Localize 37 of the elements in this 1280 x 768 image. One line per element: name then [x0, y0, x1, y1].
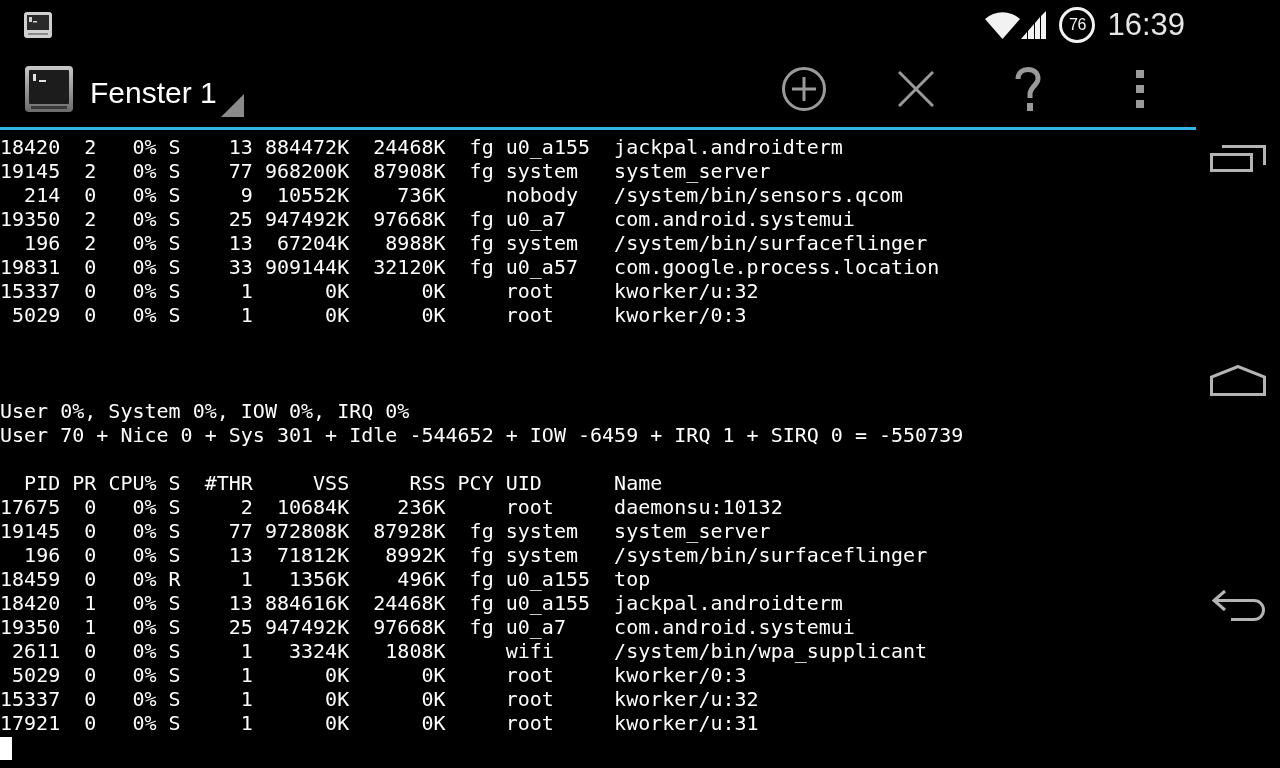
text-cursor — [0, 737, 12, 760]
process-row: 19831 0 0% S 33 909144K 32120K fg u0_a57 com.google.process.location — [0, 255, 940, 279]
question-mark-icon — [1015, 66, 1041, 111]
terminal-app-icon[interactable] — [25, 65, 73, 112]
cpu-summary-line: User 70 + Nice 0 + Sys 301 + Idle -544652 + IOW -6459 + IRQ 1 + SIRQ 0 = -550739 — [0, 423, 964, 447]
process-row: 17921 0 0% S 1 0K 0K root kworker/u:31 — [0, 711, 759, 735]
process-row: 5029 0 0% S 1 0K 0K root kworker/0:3 — [12, 303, 747, 327]
process-row: 15337 0 0% S 1 0K 0K root kworker/u:32 — [0, 279, 759, 303]
cpu-summary-line: User 0%, System 0%, IOW 0%, IRQ 0% — [0, 399, 410, 423]
close-icon — [898, 70, 934, 107]
process-row: 196 0 0% S 13 71812K 8992K fg system /system/bin/surfaceflinger — [24, 543, 928, 567]
process-row: 19350 1 0% S 25 947492K 97668K fg u0_a7 com.android.systemui — [0, 615, 855, 639]
clock-time: 16:39 — [1107, 7, 1185, 43]
vertical-dots-icon — [1136, 69, 1144, 108]
process-row: 19145 0 0% S 77 972808K 87928K fg system system_server — [0, 519, 771, 543]
home-icon — [1210, 365, 1266, 396]
process-row: 214 0 0% S 9 10552K 736K nobody /system/bin/sensors.qcom — [24, 183, 904, 207]
signal-icon — [1020, 11, 1048, 39]
process-row: 18459 0 0% R 1 1356K 496K fg u0_a155 top — [0, 567, 651, 591]
process-row: 2611 0 0% S 1 3324K 1808K wifi /system/bin/wpa_supplicant — [12, 639, 928, 663]
process-row: 19350 2 0% S 25 947492K 97668K fg u0_a7 com.android.systemui — [0, 207, 855, 231]
wifi-icon — [985, 11, 1021, 39]
terminal-notification-icon — [24, 12, 52, 38]
process-table-header: PID PR CPU% S #THR VSS RSS PCY UID Name — [24, 471, 663, 495]
process-row: 17675 0 0% S 2 10684K 236K root daemonsu:10132 — [0, 495, 783, 519]
process-row: 19145 2 0% S 77 968200K 87908K fg system system_server — [0, 159, 771, 183]
process-row: 18420 2 0% S 13 884472K 24468K fg u0_a155 jackpal.androidterm — [0, 135, 843, 159]
plus-circle-icon — [782, 66, 826, 111]
battery-indicator: 76 — [1059, 7, 1096, 43]
dropdown-corner-icon — [220, 93, 244, 117]
process-row: 5029 0 0% S 1 0K 0K root kworker/0:3 — [12, 663, 747, 687]
process-row: 18420 1 0% S 13 884616K 24468K fg u0_a155 jackpal.androidterm — [0, 591, 843, 615]
window-selector[interactable]: Fenster 1 — [90, 68, 244, 117]
back-icon — [1210, 589, 1266, 621]
process-row: 15337 0 0% S 1 0K 0K root kworker/u:32 — [0, 687, 759, 711]
recents-icon — [1210, 145, 1266, 172]
process-row: 196 2 0% S 13 67204K 8988K fg system /system/bin/surfaceflinger — [24, 231, 928, 255]
